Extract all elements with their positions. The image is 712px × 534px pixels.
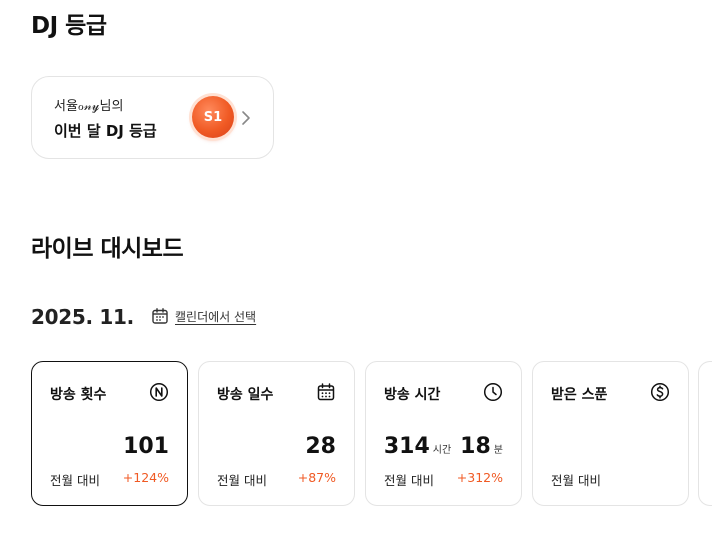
stat-card-partial[interactable]: [698, 361, 712, 506]
calendar-select-button[interactable]: 캘린더에서 선택: [151, 307, 256, 325]
stat-compare-label: 전월 대비: [50, 473, 100, 488]
stat-change: +87%: [297, 470, 336, 485]
grade-badge-text: S1: [203, 109, 223, 125]
stat-minutes-unit: 분: [493, 445, 503, 456]
stat-value: 28: [305, 434, 336, 459]
stat-value: 314 시간 18 분: [384, 434, 503, 459]
stat-title: 방송 시간: [384, 387, 441, 403]
stat-card-broadcast-time[interactable]: 방송 시간 314 시간 18 분 전월 대비 +312%: [365, 361, 522, 506]
calendar-select-label: 캘린더에서 선택: [175, 309, 257, 324]
stat-compare-label: 전월 대비: [384, 473, 434, 488]
live-dashboard-title: 라이브 대시보드: [31, 236, 184, 262]
stat-title: 방송 일수: [217, 387, 274, 403]
stat-number: 101: [123, 434, 169, 459]
calendar-icon: [317, 383, 335, 401]
stat-value: 101: [123, 434, 169, 459]
page: DJ 등급 서율ℴ𝓃𝓎님의 이번 달 DJ 등급 S1 라이브 대시보드 202…: [0, 0, 712, 534]
dj-grade-title: DJ 등급: [31, 13, 107, 39]
n-circle-icon: [149, 382, 169, 402]
stat-compare-label: 전월 대비: [217, 473, 267, 488]
stat-change: +124%: [122, 470, 169, 485]
spoon-coin-icon: [650, 382, 670, 402]
stat-change: +312%: [456, 470, 503, 485]
clock-icon: [483, 382, 503, 402]
stat-card-received-spoons[interactable]: 받은 스푼 전월 대비: [532, 361, 689, 506]
chevron-right-icon: [242, 111, 250, 125]
stat-card-broadcast-count[interactable]: 방송 횟수 101 전월 대비 +124%: [31, 361, 188, 506]
stat-compare-label: 전월 대비: [551, 473, 601, 488]
stat-number: 28: [305, 434, 336, 459]
stat-title: 방송 횟수: [50, 387, 107, 403]
stat-minutes: 18: [460, 434, 491, 459]
grade-badge: S1: [192, 96, 234, 138]
calendar-icon: [152, 308, 168, 324]
stat-title: 받은 스푼: [551, 387, 608, 403]
stat-card-broadcast-days[interactable]: 방송 일수 28 전월 대비 +87%: [198, 361, 355, 506]
current-month: 2025. 11.: [31, 305, 134, 329]
stat-hours-unit: 시간: [432, 445, 452, 456]
grade-user-label: 서율ℴ𝓃𝓎님의: [54, 99, 124, 114]
stat-hours: 314: [383, 434, 430, 459]
grade-month-label: 이번 달 DJ 등급: [54, 122, 157, 140]
dj-grade-card[interactable]: 서율ℴ𝓃𝓎님의 이번 달 DJ 등급 S1: [31, 76, 274, 159]
